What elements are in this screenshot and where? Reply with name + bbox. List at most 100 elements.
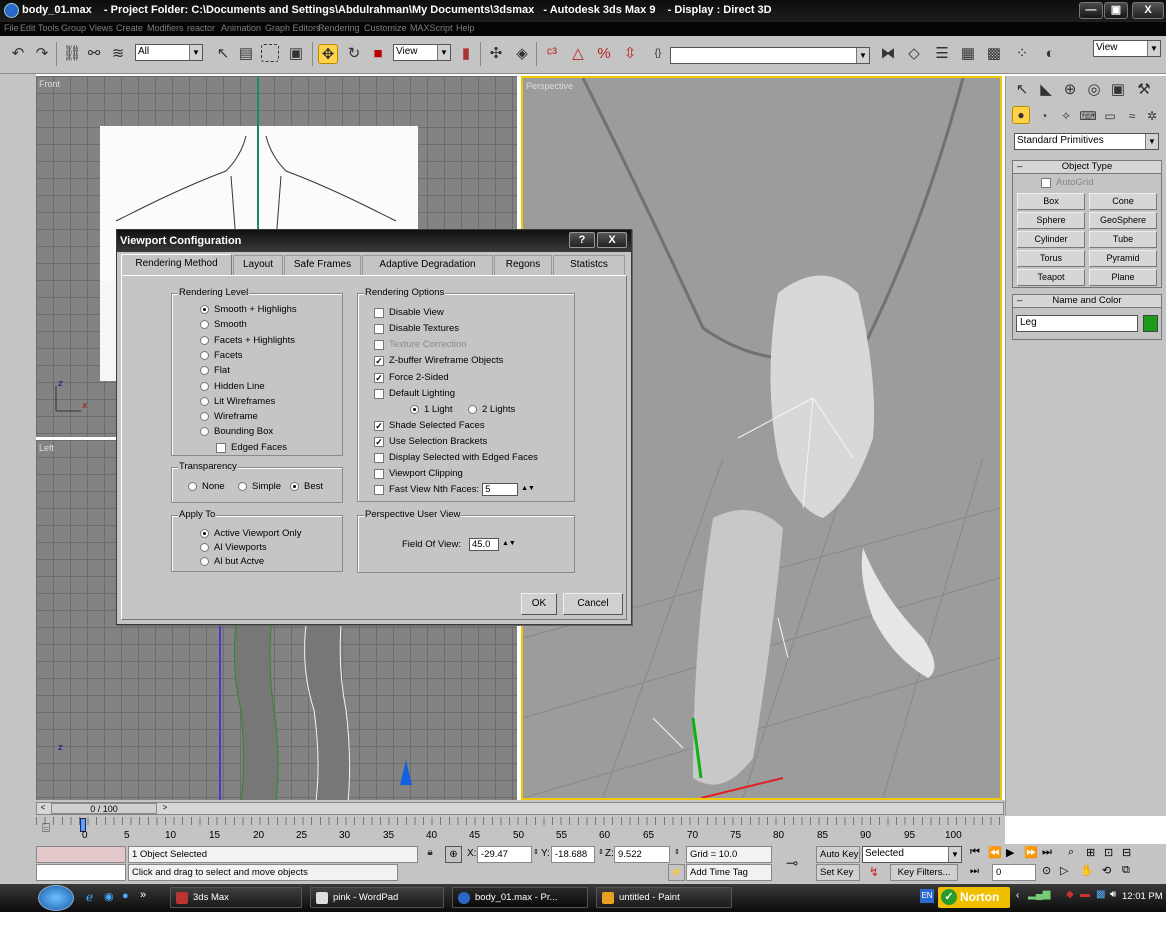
cylinder-button[interactable]: Cylinder bbox=[1017, 231, 1085, 248]
tab-statistics[interactable]: Statistcs bbox=[553, 255, 625, 275]
goto-start-icon[interactable]: ⏮ bbox=[970, 846, 980, 859]
maximize-viewport-icon[interactable]: ⧉ bbox=[1122, 864, 1130, 877]
x-coordinate-input[interactable]: -29.47 bbox=[477, 846, 532, 863]
angle-snap-icon[interactable]: △ bbox=[568, 44, 588, 64]
menu-graph-editors[interactable]: Graph Editors bbox=[265, 23, 321, 33]
autogrid-checkbox[interactable]: AutoGrid bbox=[1041, 176, 1094, 189]
app-icon[interactable] bbox=[4, 3, 19, 18]
tab-safe-frames[interactable]: Safe Frames bbox=[284, 255, 361, 275]
radio-active-viewport-only[interactable]: Active Viewport Only bbox=[200, 527, 301, 540]
prev-frame-icon[interactable]: ⏪ bbox=[988, 846, 1002, 859]
quick-launch-more-icon[interactable]: » bbox=[140, 889, 146, 901]
close-button[interactable]: X bbox=[1132, 2, 1164, 19]
menu-modifiers[interactable]: Modifiers bbox=[147, 23, 184, 33]
task-3ds-max[interactable]: 3ds Max bbox=[170, 887, 302, 908]
manipulate-icon[interactable]: ✣ bbox=[486, 44, 506, 64]
radio-2-lights[interactable]: 2 Lights bbox=[468, 403, 515, 416]
add-time-tag-field[interactable]: Add Time Tag bbox=[686, 864, 772, 881]
power-tray-icon[interactable]: ▬ bbox=[1080, 889, 1090, 900]
select-and-scale-icon[interactable]: ■ bbox=[368, 44, 388, 64]
link-icon[interactable]: ⛓ bbox=[62, 44, 82, 64]
network-icon[interactable]: ▂▄▆ bbox=[1028, 889, 1050, 900]
absolute-mode-icon[interactable]: ⊕ bbox=[445, 846, 462, 863]
align-icon[interactable]: ◇ bbox=[904, 44, 924, 64]
hierarchy-tab-icon[interactable]: ⊕ bbox=[1060, 80, 1080, 100]
motion-tab-icon[interactable]: ◎ bbox=[1084, 80, 1104, 100]
select-by-name-icon[interactable]: ▤ bbox=[236, 44, 256, 64]
radio-flat[interactable]: Flat bbox=[200, 364, 230, 377]
menu-group[interactable]: Group bbox=[61, 23, 86, 33]
teapot-button[interactable]: Teapot bbox=[1017, 269, 1085, 286]
menu-help[interactable]: Help bbox=[456, 23, 475, 33]
menu-file[interactable]: File bbox=[4, 23, 19, 33]
cone-button[interactable]: Cone bbox=[1089, 193, 1157, 210]
spinner-arrows-icon[interactable]: ▲▼ bbox=[502, 538, 516, 551]
rectangle-selection-icon[interactable] bbox=[261, 44, 279, 62]
dialog-close-button[interactable]: X bbox=[597, 232, 627, 248]
shapes-icon[interactable]: ◔ bbox=[1034, 106, 1054, 126]
radio-transparency-simple[interactable]: Simple bbox=[238, 480, 281, 493]
z-coordinate-input[interactable]: 9.522 bbox=[614, 846, 670, 863]
maxscript-listener-mini[interactable] bbox=[36, 846, 126, 863]
menu-rendering[interactable]: Rendering bbox=[318, 23, 360, 33]
default-lighting-checkbox[interactable]: Default Lighting bbox=[374, 387, 455, 400]
zoom-extents-icon[interactable]: ⊡ bbox=[1104, 846, 1113, 859]
spinner-arrows-icon[interactable]: ⇕ bbox=[598, 848, 604, 856]
key-icon[interactable]: ⊸ bbox=[782, 854, 802, 874]
snaps-toggle-icon[interactable]: ᶜ³ bbox=[542, 44, 562, 64]
category-dropdown[interactable]: Standard Primitives ▼ bbox=[1014, 133, 1159, 150]
media-player-icon[interactable]: ● bbox=[122, 890, 129, 902]
percent-snap-icon[interactable]: % bbox=[594, 44, 614, 64]
radio-facets-highlights[interactable]: Facets + Highlights bbox=[200, 334, 295, 347]
spinner-arrows-icon[interactable]: ▲▼ bbox=[521, 483, 535, 496]
radio-all-but-active[interactable]: Al but Actve bbox=[200, 555, 264, 568]
menu-edit[interactable]: Edit bbox=[20, 23, 36, 33]
tab-regions[interactable]: Regons bbox=[494, 255, 552, 275]
torus-button[interactable]: Torus bbox=[1017, 250, 1085, 267]
redo-icon[interactable]: ↷ bbox=[32, 44, 52, 64]
spinner-snap-icon[interactable]: ⇳ bbox=[620, 44, 640, 64]
named-selection-dropdown[interactable]: ▼ bbox=[670, 47, 870, 64]
y-coordinate-input[interactable]: -18.688 bbox=[551, 846, 595, 863]
name-color-header[interactable]: – Name and Color bbox=[1013, 295, 1161, 308]
nth-faces-input[interactable]: 5 bbox=[482, 483, 519, 496]
geosphere-button[interactable]: GeoSphere bbox=[1089, 212, 1157, 229]
key-mode-toggle-icon[interactable]: ⏭ bbox=[970, 866, 979, 877]
menu-tools[interactable]: Tools bbox=[38, 23, 59, 33]
zoom-extents-all-icon[interactable]: ⊟ bbox=[1122, 846, 1131, 859]
radio-1-light[interactable]: 1 Light bbox=[410, 403, 453, 416]
pan-icon[interactable]: ✋ bbox=[1080, 864, 1094, 877]
play-icon[interactable]: ▶ bbox=[1006, 846, 1014, 859]
plane-button[interactable]: Plane bbox=[1089, 269, 1157, 286]
selection-filter-dropdown[interactable]: All ▼ bbox=[135, 44, 203, 61]
object-color-swatch[interactable] bbox=[1143, 315, 1158, 332]
slider-next-icon[interactable]: > bbox=[159, 803, 171, 812]
space-warps-icon[interactable]: ≈ bbox=[1122, 106, 1142, 126]
menu-reactor[interactable]: reactor bbox=[187, 23, 215, 33]
show-desktop-icon[interactable]: ◉ bbox=[104, 890, 114, 903]
menu-customize[interactable]: Customize bbox=[364, 23, 407, 33]
viewport-clipping-checkbox[interactable]: Viewport Clipping bbox=[374, 467, 463, 480]
set-key-button[interactable]: Set Key bbox=[816, 864, 860, 881]
display-tab-icon[interactable]: ▣ bbox=[1108, 80, 1128, 100]
menu-animation[interactable]: Animation bbox=[221, 23, 261, 33]
keyboard-shortcut-icon[interactable]: ◈ bbox=[512, 44, 532, 64]
create-tab-icon[interactable]: ↖ bbox=[1012, 80, 1032, 100]
ok-button[interactable]: OK bbox=[521, 593, 557, 615]
cancel-button[interactable]: Cancel bbox=[563, 593, 623, 615]
radio-bounding-box[interactable]: Bounding Box bbox=[200, 425, 273, 438]
geometry-icon[interactable]: ● bbox=[1012, 106, 1030, 124]
frame-indicator[interactable]: 0 / 100 bbox=[51, 803, 157, 814]
display-selected-edged-faces-checkbox[interactable]: Display Selected with Edged Faces bbox=[374, 451, 538, 464]
radio-wireframe[interactable]: Wireframe bbox=[200, 410, 258, 423]
security-tray-icon[interactable]: ◆ bbox=[1066, 889, 1074, 900]
select-and-rotate-icon[interactable]: ↻ bbox=[344, 44, 364, 64]
norton-badge[interactable]: ✓ Norton bbox=[938, 887, 1010, 908]
curve-editor-icon[interactable]: ▦ bbox=[958, 44, 978, 64]
disable-view-checkbox[interactable]: Disable View bbox=[374, 306, 444, 319]
tab-layout[interactable]: Layout bbox=[233, 255, 283, 275]
utilities-tab-icon[interactable]: ⚒ bbox=[1134, 80, 1154, 100]
menu-views[interactable]: Views bbox=[89, 23, 113, 33]
schematic-view-icon[interactable]: ▩ bbox=[984, 44, 1004, 64]
volume-icon[interactable]: 🔊︎ bbox=[1110, 889, 1116, 900]
